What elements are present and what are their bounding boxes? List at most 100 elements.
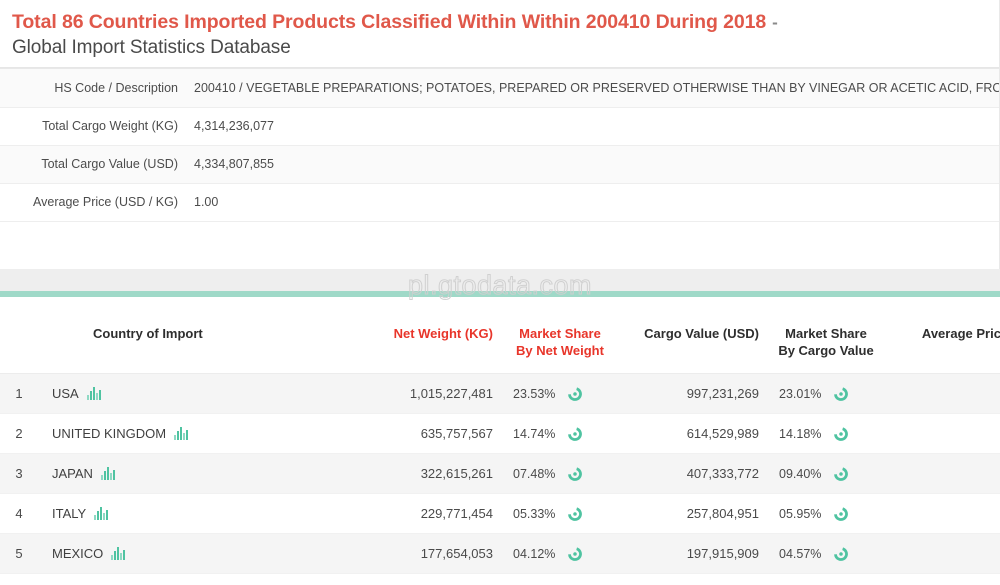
- country-table-head: Country of Import Net Weight (KG) Market…: [0, 309, 1000, 374]
- country-table-body: 1 USA 1,015,227,481 23.53% 997,231,269 23.01%…: [0, 373, 1000, 585]
- page-title: Total 86 Countries Imported Products Cla…: [12, 10, 988, 35]
- country-cell: USA: [52, 386, 358, 401]
- country-table: Country of Import Net Weight (KG) Market…: [0, 309, 1000, 585]
- table-row[interactable]: 1 USA 1,015,227,481 23.53% 997,231,269 23.01%…: [0, 373, 1000, 414]
- pie-chart-icon[interactable]: [568, 466, 582, 481]
- market-share-value-cell: 04.57%: [779, 547, 885, 561]
- summary-row: Average Price (USD / KG) 1.00: [0, 183, 1000, 222]
- table-row[interactable]: 6BELGIUM169,439,79303.93%186,956,58603.4…: [0, 573, 1000, 585]
- report-page: Total 86 Countries Imported Products Cla…: [0, 0, 1000, 585]
- market-share-value-value: 23.01%: [779, 386, 822, 401]
- summary-value-hs-code: 200410 / VEGETABLE PREPARATIONS; POTATOE…: [186, 69, 1000, 108]
- cell-average-price: 1.11: [885, 533, 1000, 574]
- bar-chart-icon[interactable]: [174, 427, 189, 440]
- col-header-market-share-weight-line2: By Net Weight: [516, 343, 604, 358]
- cell-cargo-value: 186,956,586: [619, 573, 767, 585]
- cell-average-price: 0.97: [885, 413, 1000, 454]
- market-share-weight-cell: 07.48%: [513, 467, 619, 481]
- cell-cargo-value: 614,529,989: [619, 413, 767, 454]
- market-share-weight-value: 07.48%: [513, 466, 556, 481]
- summary-row: Total Cargo Weight (KG) 4,314,236,077: [0, 107, 1000, 146]
- market-share-weight-value: 05.33%: [513, 506, 556, 521]
- bar-chart-icon[interactable]: [86, 387, 102, 400]
- market-share-weight-cell: 04.12%: [513, 547, 619, 561]
- cell-average-price: 1.12: [885, 493, 1000, 534]
- summary-label-total-value: Total Cargo Value (USD): [0, 145, 186, 184]
- cell-net-weight: 229,771,454: [358, 493, 501, 534]
- market-share-value-value: 09.40%: [779, 466, 822, 481]
- watermark-band-inner: pl.gtodata.com: [0, 269, 1000, 309]
- cell-net-weight: 322,615,261: [358, 453, 501, 494]
- cell-rank: 4: [0, 493, 38, 534]
- market-share-weight-value: 04.12%: [513, 546, 556, 561]
- cell-market-share-value: 23.01%: [767, 373, 885, 414]
- pie-chart-icon[interactable]: [834, 506, 848, 521]
- col-header-cargo-value[interactable]: Cargo Value (USD): [619, 309, 767, 374]
- cell-market-share-value: 03.47%: [767, 573, 885, 585]
- summary-label-avg-price: Average Price (USD / KG): [0, 183, 186, 222]
- table-row[interactable]: 4 ITALY 229,771,454 05.33% 257,804,951 05.95%…: [0, 493, 1000, 534]
- pie-chart-icon[interactable]: [834, 466, 848, 481]
- table-header-row: Country of Import Net Weight (KG) Market…: [0, 309, 1000, 374]
- country-name: ITALY: [52, 506, 87, 521]
- market-share-value-value: 04.57%: [779, 546, 822, 561]
- table-row[interactable]: 2 UNITED KINGDOM 635,757,567 14.74% 614,529,…: [0, 413, 1000, 454]
- col-header-market-share-weight[interactable]: Market Share By Net Weight: [501, 309, 619, 374]
- cell-market-share-weight: 04.12%: [501, 533, 619, 574]
- cell-market-share-value: 04.57%: [767, 533, 885, 574]
- cell-net-weight: 169,439,793: [358, 573, 501, 585]
- col-header-rank: [0, 309, 38, 374]
- cell-cargo-value: 997,231,269: [619, 373, 767, 414]
- col-header-net-weight[interactable]: Net Weight (KG): [358, 309, 501, 374]
- watermark-band: pl.gtodata.com: [0, 269, 1000, 309]
- country-name: MEXICO: [52, 546, 104, 561]
- cell-market-share-weight: 03.93%: [501, 573, 619, 585]
- table-row[interactable]: 3 JAPAN 322,615,261 07.48% 407,333,772 09.40%…: [0, 453, 1000, 494]
- bar-chart-icon[interactable]: [94, 507, 109, 520]
- summary-label-hs-code: HS Code / Description: [0, 69, 186, 108]
- market-share-value-value: 05.95%: [779, 506, 822, 521]
- cell-market-share-weight: 23.53%: [501, 373, 619, 414]
- cell-net-weight: 1,015,227,481: [358, 373, 501, 414]
- bar-chart-icon[interactable]: [111, 547, 126, 560]
- pie-chart-icon[interactable]: [834, 386, 848, 401]
- market-share-weight-value: 23.53%: [513, 386, 556, 401]
- country-cell: MEXICO: [52, 546, 358, 561]
- market-share-weight-cell: 23.53%: [513, 387, 619, 401]
- page-subtitle: Global Import Statistics Database: [12, 37, 291, 58]
- market-share-value-cell: 09.40%: [779, 467, 885, 481]
- cell-country: MEXICO: [38, 533, 358, 574]
- pie-chart-icon[interactable]: [834, 426, 848, 441]
- cell-market-share-weight: 07.48%: [501, 453, 619, 494]
- col-header-country[interactable]: Country of Import: [38, 309, 358, 374]
- col-header-average-price[interactable]: Average Price (USD/KG): [885, 309, 1000, 374]
- cell-net-weight: 635,757,567: [358, 413, 501, 454]
- pie-chart-icon[interactable]: [834, 546, 848, 561]
- cell-net-weight: 177,654,053: [358, 533, 501, 574]
- cell-rank: 6: [0, 573, 38, 585]
- market-share-weight-cell: 05.33%: [513, 507, 619, 521]
- table-row[interactable]: 5 MEXICO 177,654,053 04.12% 197,915,909 04.57…: [0, 533, 1000, 574]
- cell-market-share-weight: 14.74%: [501, 413, 619, 454]
- summary-panel: HS Code / Description 200410 / VEGETABLE…: [0, 69, 1000, 269]
- col-header-market-share-value[interactable]: Market Share By Cargo Value: [767, 309, 885, 374]
- cell-rank: 5: [0, 533, 38, 574]
- cell-country: JAPAN: [38, 453, 358, 494]
- cell-country: ITALY: [38, 493, 358, 534]
- cell-average-price: 0.64: [885, 573, 1000, 585]
- pie-chart-icon[interactable]: [568, 426, 582, 441]
- col-header-market-share-value-line2: By Cargo Value: [778, 343, 874, 358]
- cell-cargo-value: 407,333,772: [619, 453, 767, 494]
- summary-row: Total Cargo Value (USD) 4,334,807,855: [0, 145, 1000, 184]
- market-share-value-cell: 05.95%: [779, 507, 885, 521]
- market-share-weight-value: 14.74%: [513, 426, 556, 441]
- pie-chart-icon[interactable]: [568, 386, 582, 401]
- pie-chart-icon[interactable]: [568, 546, 582, 561]
- country-cell: UNITED KINGDOM: [52, 426, 358, 441]
- country-name: USA: [52, 386, 79, 401]
- cell-country: BELGIUM: [38, 573, 358, 585]
- bar-chart-icon[interactable]: [100, 467, 116, 480]
- pie-chart-icon[interactable]: [568, 506, 582, 521]
- summary-spacer-row: [0, 221, 1000, 259]
- market-share-weight-cell: 14.74%: [513, 427, 619, 441]
